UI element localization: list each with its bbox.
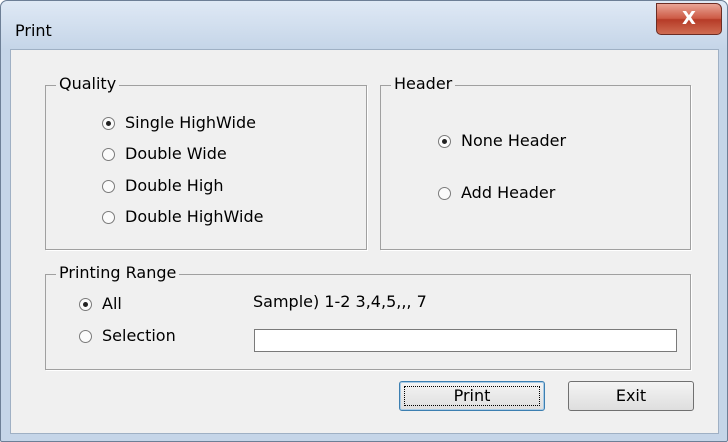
- focus-rectangle: [404, 386, 540, 406]
- close-button[interactable]: X: [656, 3, 722, 35]
- range-sample-text: Sample) 1-2 3,4,5,,, 7: [253, 292, 427, 311]
- close-icon: X: [682, 8, 696, 29]
- radio-unchecked-icon: [102, 211, 115, 224]
- header-group: Header: [380, 74, 691, 250]
- radio-label: Double Wide: [125, 144, 227, 163]
- dialog-client-area: Quality Single HighWide Double Wide Doub…: [10, 49, 719, 434]
- quality-group-label: Quality: [56, 74, 120, 93]
- window-title: Print: [15, 21, 52, 40]
- radio-unchecked-icon: [102, 148, 115, 161]
- print-button[interactable]: Print: [399, 381, 545, 411]
- radio-unchecked-icon: [102, 180, 115, 193]
- radio-label: Single HighWide: [125, 113, 256, 132]
- radio-label: Double High: [125, 176, 224, 195]
- radio-label: None Header: [461, 131, 567, 150]
- title-bar[interactable]: Print X: [1, 1, 727, 49]
- radio-unchecked-icon: [79, 330, 92, 343]
- selection-range-input[interactable]: [254, 329, 677, 352]
- radio-checked-icon: [438, 135, 451, 148]
- radio-label: Selection: [102, 326, 176, 345]
- radio-checked-icon: [102, 117, 115, 130]
- printing-range-group: Printing Range: [45, 263, 691, 370]
- print-dialog: Print X Quality Single HighWide Double W…: [0, 0, 728, 442]
- exit-button-label: Exit: [615, 386, 647, 405]
- printing-range-group-label: Printing Range: [56, 263, 180, 282]
- radio-label: Add Header: [461, 183, 556, 202]
- exit-button[interactable]: Exit: [568, 381, 694, 411]
- radio-label: Double HighWide: [125, 207, 264, 226]
- radio-label: All: [102, 294, 122, 313]
- header-group-label: Header: [391, 74, 456, 93]
- radio-unchecked-icon: [438, 187, 451, 200]
- radio-checked-icon: [79, 298, 92, 311]
